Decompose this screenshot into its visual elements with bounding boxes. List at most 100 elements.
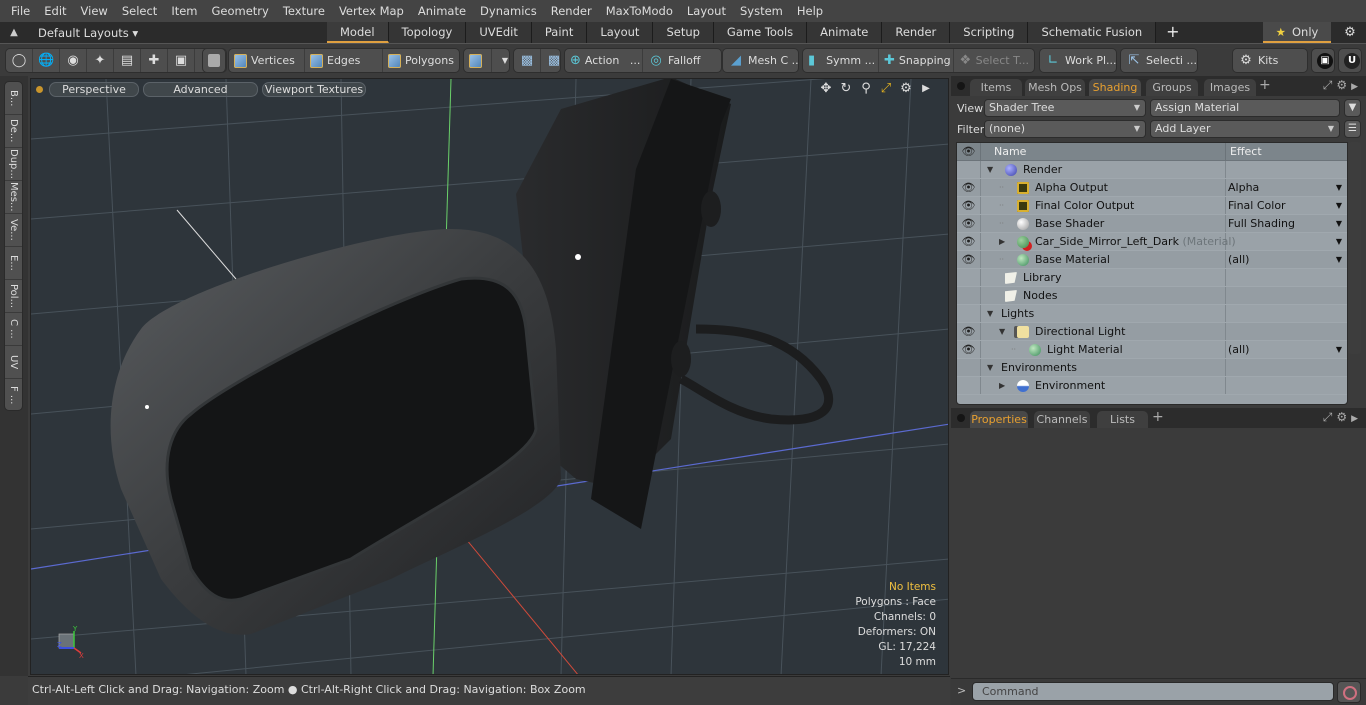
collapse-triangle-icon[interactable]: ▼ <box>987 305 993 323</box>
viewport-textures-dropdown[interactable]: Viewport Textures <box>262 81 366 97</box>
collapse-up-icon[interactable]: ▲ <box>0 27 28 38</box>
viewport-menu-dot[interactable] <box>36 85 43 93</box>
layout-tab-render[interactable]: Render <box>882 22 951 43</box>
material-mode-dropdown[interactable]: ▼ <box>492 49 509 72</box>
shader-tree-row[interactable]: ▶ Environment <box>957 377 1347 395</box>
filter-funnel-icon[interactable]: ▼ <box>1344 99 1361 117</box>
visibility-empty[interactable] <box>957 269 981 286</box>
shader-tree-row[interactable]: 👁 ·· Base Material (all) ▼ <box>957 251 1347 269</box>
visibility-eye-icon[interactable]: 👁 <box>957 179 981 196</box>
layout-settings-gear-icon[interactable]: ⚙ <box>1340 22 1360 43</box>
menu-texture[interactable]: Texture <box>276 0 332 22</box>
layout-tab-setup[interactable]: Setup <box>653 22 714 43</box>
default-layouts-dropdown[interactable]: Default Layouts ▾ <box>28 26 328 40</box>
visibility-empty[interactable] <box>957 287 981 304</box>
viewport-settings-gear-icon[interactable]: ⚙ <box>898 81 914 97</box>
panel-more-arrow-icon[interactable]: ▶ <box>1351 414 1362 424</box>
visibility-eye-icon[interactable]: 👁 <box>957 251 981 268</box>
frame-button[interactable]: ▣ <box>168 49 195 72</box>
collapse-triangle-icon[interactable]: ▼ <box>987 359 993 377</box>
tab-channels[interactable]: Channels <box>1034 411 1090 428</box>
menu-maxtomodo[interactable]: MaxToModo <box>599 0 680 22</box>
align-tool-button[interactable]: ▤ <box>114 49 141 72</box>
action-center-button[interactable]: ▩ <box>514 49 541 72</box>
menu-edit[interactable]: Edit <box>37 0 73 22</box>
fit-expand-icon[interactable]: ⤢ <box>878 81 894 97</box>
shader-tree-row[interactable]: ▼ Lights <box>957 305 1347 323</box>
visibility-eye-icon[interactable]: 👁 <box>957 233 981 250</box>
menu-layout[interactable]: Layout <box>680 0 733 22</box>
filter-dropdown[interactable]: (none) ▼ <box>984 120 1146 138</box>
unreal-kit-button[interactable]: U <box>1339 49 1361 72</box>
unity-kit-button[interactable]: ▣ <box>1312 49 1334 72</box>
layout-tab-paint[interactable]: Paint <box>531 22 588 43</box>
shader-tree-row[interactable]: 👁 ▼ Directional Light <box>957 323 1347 341</box>
vtab-polygon[interactable]: Pol... <box>5 280 22 313</box>
edges-mode-button[interactable]: Edges <box>305 49 383 72</box>
effect-dropdown[interactable]: (all) ▼ <box>1226 251 1347 268</box>
shader-tree-row[interactable]: Library <box>957 269 1347 287</box>
name-column-header[interactable]: Name <box>981 143 1226 160</box>
list-options-icon[interactable]: ☰ <box>1344 120 1361 138</box>
shader-tree-row[interactable]: 👁 ·· Light Material (all) ▼ <box>957 341 1347 359</box>
select-through-button[interactable]: ❖ Select T... <box>954 49 1034 72</box>
menu-help[interactable]: Help <box>790 0 830 22</box>
selection-sets-button[interactable]: ⇱ Selecti ... <box>1121 49 1197 72</box>
vtab-curve[interactable]: C ... <box>5 313 22 346</box>
layout-tab-layout[interactable]: Layout <box>587 22 654 43</box>
falloff-dropdown[interactable]: ◎ Falloff <box>643 49 721 72</box>
visibility-eye-icon[interactable]: 👁 <box>957 323 981 340</box>
visibility-eye-icon[interactable]: 👁 <box>957 215 981 232</box>
circle-select-button[interactable]: ◯ <box>6 49 33 72</box>
viewport-more-arrow-icon[interactable]: ▶ <box>918 81 934 97</box>
shader-tree-row[interactable]: 👁 ·· Base Shader Full Shading ▼ <box>957 215 1347 233</box>
symmetry-button[interactable]: ▮ Symm ... <box>803 49 879 72</box>
menu-geometry[interactable]: Geometry <box>205 0 276 22</box>
rotate-icon[interactable]: ↻ <box>838 81 854 97</box>
kits-button[interactable]: ⚙ Kits <box>1233 49 1283 72</box>
shader-tree-row[interactable]: 👁 ·· Alpha Output Alpha ▼ <box>957 179 1347 197</box>
effect-dropdown[interactable]: Alpha ▼ <box>1226 179 1347 196</box>
menu-render[interactable]: Render <box>544 0 599 22</box>
expand-triangle-icon[interactable]: ▶ <box>999 233 1005 251</box>
tab-lists[interactable]: Lists <box>1097 411 1148 428</box>
command-input[interactable]: Command <box>972 682 1334 701</box>
shader-tree-row[interactable]: 👁 ·· Final Color Output Final Color ▼ <box>957 197 1347 215</box>
effect-dropdown[interactable]: Final Color ▼ <box>1226 197 1347 214</box>
effect-dropdown[interactable]: (all) ▼ <box>1226 341 1347 358</box>
menu-vertex-map[interactable]: Vertex Map <box>332 0 411 22</box>
tab-mesh-ops[interactable]: Mesh Ops <box>1025 79 1085 96</box>
vtab-deform[interactable]: De... <box>5 115 22 148</box>
effect-column-header[interactable]: Effect <box>1226 143 1347 160</box>
menu-animate[interactable]: Animate <box>411 0 473 22</box>
polygons-mode-button[interactable]: Polygons <box>383 49 459 72</box>
add-layout-tab-button[interactable]: + <box>1156 22 1189 43</box>
vtab-uv[interactable]: UV <box>5 346 22 379</box>
pivot-center-button[interactable]: ▩ <box>541 49 560 72</box>
panel-menu-dot[interactable] <box>957 82 965 90</box>
record-macro-button[interactable] <box>1337 681 1361 703</box>
layout-tab-scripting[interactable]: Scripting <box>950 22 1029 43</box>
panel-gear-icon[interactable]: ⚙ <box>1336 410 1351 424</box>
menu-select[interactable]: Select <box>115 0 164 22</box>
vtab-duplicate[interactable]: Dup... <box>5 148 22 181</box>
only-favorites-toggle[interactable]: ★ Only <box>1263 22 1331 43</box>
shader-tree-row[interactable]: ▼ Environments <box>957 359 1347 377</box>
effect-dropdown[interactable]: Full Shading ▼ <box>1226 215 1347 232</box>
vtab-fusion[interactable]: F ... <box>5 379 22 412</box>
expand-triangle-icon[interactable]: ▶ <box>999 377 1005 395</box>
snapping-button[interactable]: ✚ Snapping <box>879 49 954 72</box>
sphere-select-button[interactable]: 🌐 <box>33 49 60 72</box>
view-mode-dropdown[interactable]: Perspective <box>49 81 139 97</box>
tab-properties[interactable]: Properties <box>970 411 1028 428</box>
add-layer-dropdown[interactable]: Add Layer ▼ <box>1150 120 1340 138</box>
layout-tab-game-tools[interactable]: Game Tools <box>713 22 808 43</box>
visibility-eye-icon[interactable]: 👁 <box>957 197 981 214</box>
lasso-tool-button[interactable]: ✦ <box>87 49 114 72</box>
collapse-triangle-icon[interactable]: ▼ <box>999 323 1005 341</box>
collapse-triangle-icon[interactable]: ▼ <box>987 161 993 179</box>
material-mode-button[interactable] <box>464 49 492 72</box>
menu-item[interactable]: Item <box>164 0 204 22</box>
shader-tree-row[interactable]: Nodes <box>957 287 1347 305</box>
panel-more-arrow-icon[interactable]: ▶ <box>1351 82 1362 92</box>
